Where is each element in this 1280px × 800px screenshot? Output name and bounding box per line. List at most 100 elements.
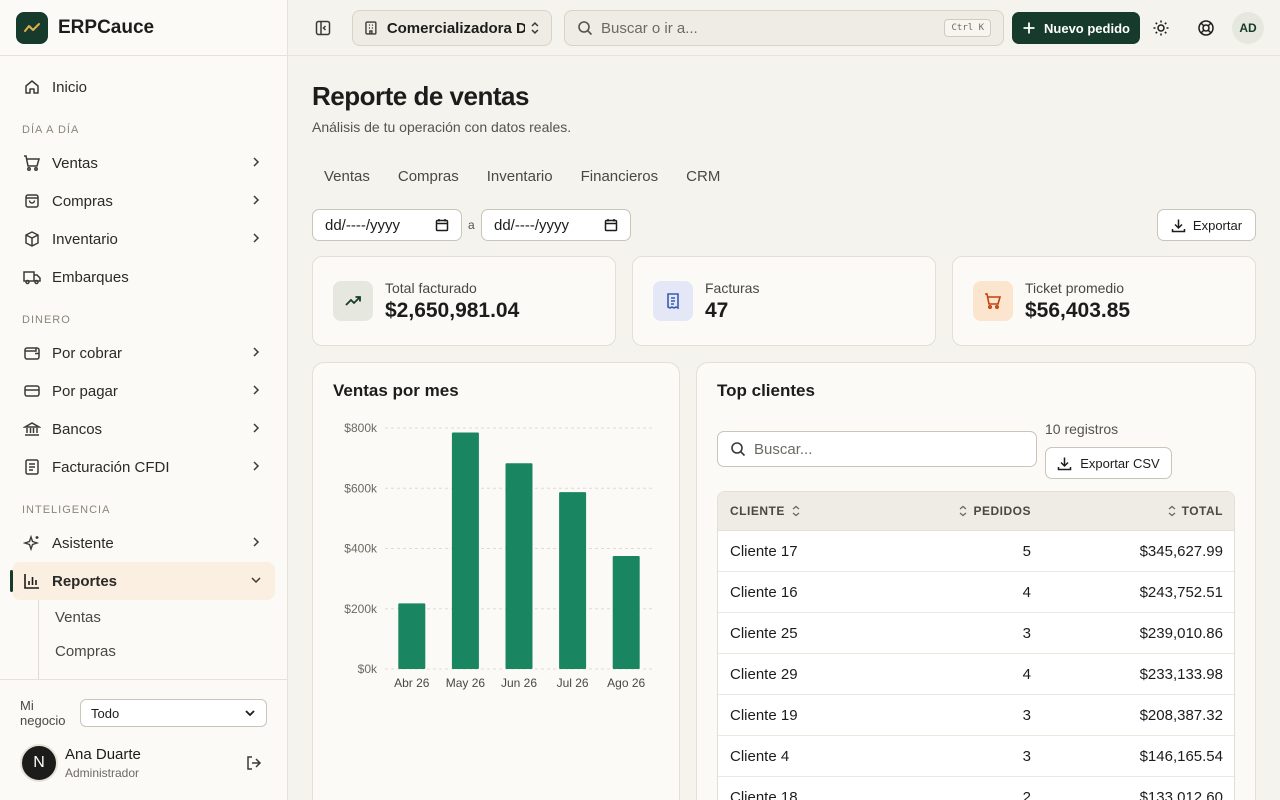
- tab-inventario[interactable]: Inventario: [475, 161, 565, 191]
- chevron-right-icon: [253, 537, 260, 547]
- table-row[interactable]: Cliente 19 3 $208,387.32: [718, 695, 1234, 736]
- new-order-button[interactable]: Nuevo pedido: [1012, 12, 1140, 44]
- table-row[interactable]: Cliente 4 3 $146,165.54: [718, 736, 1234, 777]
- reportes-submenu: Ventas Compras Inventario: [38, 600, 275, 679]
- user-name: Ana Duarte: [65, 746, 141, 763]
- box-icon: [22, 229, 42, 249]
- avatar[interactable]: N: [20, 744, 58, 782]
- column-label: TOTAL: [1181, 504, 1223, 518]
- cell-cliente: Cliente 16: [730, 583, 798, 601]
- search-placeholder: Buscar o ir a...: [601, 19, 698, 37]
- chevron-right-icon: [253, 195, 260, 205]
- kpi-value: $2,650,981.04: [385, 298, 520, 322]
- clients-title: Top clientes: [717, 381, 815, 400]
- y-tick-label: $600k: [344, 481, 378, 495]
- chevron-updown-icon: [531, 22, 539, 34]
- submenu-item-compras[interactable]: Compras: [39, 634, 275, 668]
- truck-icon: [22, 267, 42, 287]
- column-pedidos[interactable]: PEDIDOS: [948, 504, 1031, 518]
- sales-bar-chart: $0k $200k $400k $600k $800k Abr 26 May 26 Jun 2…: [344, 421, 653, 690]
- kpi-card-facturas: Facturas 47: [632, 256, 936, 346]
- sidebar-item-facturacion-cfdi[interactable]: Facturación CFDI: [12, 448, 275, 486]
- chart-bar: [505, 463, 533, 669]
- tab-crm[interactable]: CRM: [674, 161, 732, 191]
- sidebar-item-inventario[interactable]: Inventario: [12, 220, 275, 258]
- plus-icon: [1023, 22, 1035, 34]
- chevron-right-icon: [253, 423, 260, 433]
- kpi-label: Facturas: [705, 279, 760, 296]
- table-row[interactable]: Cliente 18 2 $133,012.60: [718, 777, 1234, 800]
- chevron-right-icon: [253, 461, 260, 471]
- global-search-input[interactable]: Buscar o ir a... Ctrl K: [564, 10, 1004, 46]
- logout-icon[interactable]: [245, 754, 263, 777]
- cell-total: $146,165.54: [1139, 747, 1223, 765]
- sidebar-toggle-icon[interactable]: [312, 17, 334, 39]
- business-select[interactable]: Todo: [80, 699, 267, 727]
- table-row[interactable]: Cliente 25 3 $239,010.86: [718, 613, 1234, 654]
- sidebar-item-asistente[interactable]: Asistente: [12, 524, 275, 562]
- shortcut-hint: Ctrl K: [944, 19, 991, 37]
- export-csv-button[interactable]: Exportar CSV: [1045, 447, 1172, 479]
- sidebar-item-bancos[interactable]: Bancos: [12, 410, 275, 448]
- sidebar-footer: Mi negocio Todo N Ana Duarte Administrad…: [0, 679, 287, 800]
- sidebar-item-label: Bancos: [52, 420, 103, 438]
- brand-logo-icon: [16, 11, 48, 44]
- cell-cliente: Cliente 18: [730, 788, 798, 800]
- tab-compras[interactable]: Compras: [386, 161, 471, 191]
- sidebar-item-reportes[interactable]: Reportes: [10, 562, 275, 600]
- sidebar-item-label: Por pagar: [52, 382, 118, 400]
- chevron-right-icon: [253, 385, 260, 395]
- clients-table: CLIENTE PEDIDOS TOTAL Cliente 17 5 $345,62…: [717, 491, 1235, 800]
- receipt-icon: [653, 281, 693, 321]
- top-header: Comercializadora Del Norte Buscar o ir a…: [288, 0, 1280, 56]
- sidebar-item-compras[interactable]: Compras: [12, 182, 275, 220]
- tab-financieros[interactable]: Financieros: [569, 161, 671, 191]
- table-row[interactable]: Cliente 29 4 $233,133.98: [718, 654, 1234, 695]
- sidebar-item-embarques[interactable]: Embarques: [12, 258, 275, 296]
- help-icon[interactable]: [1195, 17, 1217, 39]
- sort-icon: [960, 505, 967, 517]
- export-csv-label: Exportar CSV: [1080, 455, 1160, 471]
- submenu-item-ventas[interactable]: Ventas: [39, 600, 275, 634]
- page-subtitle: Análisis de tu operación con datos reale…: [312, 119, 572, 135]
- submenu-item-inventario[interactable]: Inventario: [39, 668, 275, 680]
- table-row[interactable]: Cliente 17 5 $345,627.99: [718, 531, 1234, 572]
- user-avatar[interactable]: AD: [1232, 12, 1264, 44]
- sales-chart-panel: Ventas por mes $0k $200k $400k $600k $800k Ab…: [312, 362, 680, 800]
- column-total[interactable]: TOTAL: [1031, 504, 1223, 518]
- cell-cliente: Cliente 29: [730, 665, 798, 683]
- cell-pedidos: 5: [1022, 542, 1031, 560]
- clients-search-input[interactable]: Buscar...: [717, 431, 1037, 467]
- bag-icon: [22, 191, 42, 211]
- column-cliente[interactable]: CLIENTE: [718, 504, 948, 518]
- x-tick-label: May 26: [446, 676, 486, 690]
- chart-bar: [612, 556, 640, 669]
- cell-total: $239,010.86: [1139, 624, 1223, 642]
- sidebar-item-inicio[interactable]: Inicio: [12, 68, 275, 106]
- new-order-label: Nuevo pedido: [1044, 20, 1130, 36]
- table-row[interactable]: Cliente 16 4 $243,752.51: [718, 572, 1234, 613]
- kpi-label: Ticket promedio: [1025, 279, 1125, 296]
- cell-cliente: Cliente 19: [730, 706, 798, 724]
- export-button[interactable]: Exportar: [1157, 209, 1256, 241]
- brand[interactable]: ERPCauce: [0, 0, 287, 56]
- sidebar-item-label: Ventas: [52, 154, 98, 172]
- cell-total: $233,133.98: [1139, 665, 1223, 683]
- theme-toggle-icon[interactable]: [1150, 17, 1172, 39]
- download-icon: [1171, 219, 1186, 232]
- sidebar-item-por-pagar[interactable]: Por pagar: [12, 372, 275, 410]
- sidebar-item-label: Inicio: [52, 78, 88, 96]
- date-to-input[interactable]: dd/----/yyyy: [481, 209, 631, 241]
- sidebar-item-ventas[interactable]: Ventas: [12, 144, 275, 182]
- sidebar-item-por-cobrar[interactable]: Por cobrar: [12, 334, 275, 372]
- date-from-input[interactable]: dd/----/yyyy: [312, 209, 462, 241]
- sort-icon: [792, 505, 800, 517]
- y-tick-label: $0k: [358, 662, 378, 676]
- company-selector[interactable]: Comercializadora Del Norte: [352, 10, 552, 46]
- search-icon: [578, 21, 593, 36]
- chevron-down-icon: [251, 577, 261, 584]
- bar-chart-icon: [22, 571, 42, 591]
- chart-bar: [451, 432, 479, 669]
- kpi-card-total: Total facturado $2,650,981.04: [312, 256, 616, 346]
- tab-ventas[interactable]: Ventas: [312, 161, 382, 191]
